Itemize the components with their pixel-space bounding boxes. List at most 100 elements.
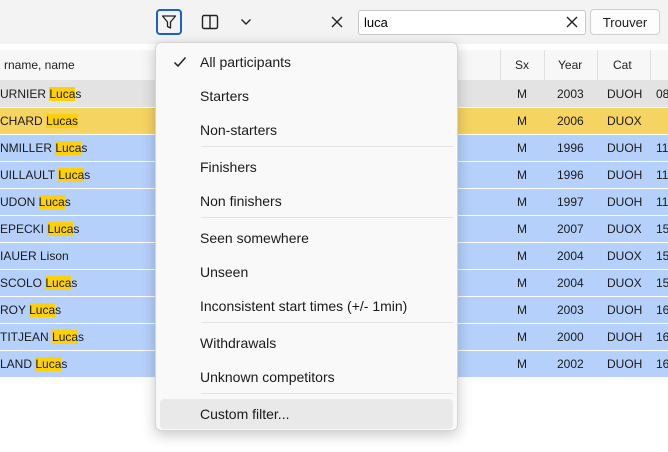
cell-year: 2004 xyxy=(557,249,584,263)
menu-item-all-participants[interactable]: All participants xyxy=(160,47,453,77)
cell-year: 2000 xyxy=(557,330,584,344)
search-match-highlight: Luca xyxy=(58,168,85,182)
column-header-name[interactable]: rname, name xyxy=(4,50,75,81)
cell-cat: DUOH xyxy=(607,357,643,371)
columns-button[interactable] xyxy=(197,9,223,35)
cell-extra: 15 xyxy=(656,222,668,236)
search-input[interactable] xyxy=(358,10,586,35)
menu-item-non-starters[interactable]: Non-starters xyxy=(160,115,453,145)
cell-sx: M xyxy=(517,276,527,290)
cell-name: ROY Lucas xyxy=(0,297,61,324)
cell-name: SCOLO Lucas xyxy=(0,270,77,297)
menu-item-withdrawals[interactable]: Withdrawals xyxy=(160,328,453,358)
menu-item-label: Non finishers xyxy=(200,193,282,209)
name-text: SCOLO xyxy=(0,276,46,290)
cell-year: 2004 xyxy=(557,276,584,290)
menu-item-label: Starters xyxy=(200,88,250,104)
cell-cat: DUOX xyxy=(607,114,642,128)
cell-name: EPECKI Lucas xyxy=(0,216,79,243)
cell-year: 2003 xyxy=(557,87,584,101)
cell-name: UDON Lucas xyxy=(0,189,71,216)
columns-dropdown-button[interactable] xyxy=(233,9,259,35)
column-header-year[interactable]: Year xyxy=(558,50,582,81)
search-match-highlight: Luca xyxy=(47,222,74,236)
toolbar: Trouver xyxy=(0,0,668,44)
cell-cat: DUOX xyxy=(607,276,642,290)
column-separator xyxy=(650,50,651,81)
name-text: CHARD xyxy=(0,114,47,128)
name-text: s xyxy=(64,195,71,209)
cell-extra: 15 xyxy=(656,276,668,290)
menu-item-starters[interactable]: Starters xyxy=(160,81,453,111)
cell-year: 2002 xyxy=(557,357,584,371)
close-icon xyxy=(566,16,578,28)
menu-item-label: Finishers xyxy=(200,159,257,175)
menu-item-unseen[interactable]: Unseen xyxy=(160,257,453,287)
search-match-highlight: Luca xyxy=(49,87,76,101)
cell-sx: M xyxy=(517,222,527,236)
name-text: s xyxy=(81,141,88,155)
menu-item-seen-somewhere[interactable]: Seen somewhere xyxy=(160,223,453,253)
menu-item-label: All participants xyxy=(200,54,292,70)
name-text: s xyxy=(75,87,82,101)
cell-year: 1996 xyxy=(557,168,584,182)
cell-cat: DUOH xyxy=(607,195,643,209)
filter-icon xyxy=(161,15,177,29)
menu-item-label: Unknown competitors xyxy=(200,369,335,385)
menu-separator xyxy=(201,146,453,147)
column-header-sx[interactable]: Sx xyxy=(515,50,529,81)
name-text: s xyxy=(61,357,68,371)
cell-name: IAUER Lison xyxy=(0,243,69,270)
cell-name: TITJEAN Lucas xyxy=(0,324,84,351)
chevron-down-icon xyxy=(241,19,251,25)
search-match-highlight: Lucas xyxy=(46,114,79,128)
cell-name: NMILLER Lucas xyxy=(0,135,87,162)
name-text: LAND xyxy=(0,357,36,371)
menu-item-label: Withdrawals xyxy=(200,335,277,351)
column-separator xyxy=(544,50,545,81)
cell-cat: DUOH xyxy=(607,141,643,155)
menu-item-non-finishers[interactable]: Non finishers xyxy=(160,186,453,216)
menu-item-custom-filter[interactable]: Custom filter... xyxy=(160,399,453,429)
name-text: EPECKI xyxy=(0,222,48,236)
column-header-cat[interactable]: Cat xyxy=(613,50,632,81)
menu-item-label: Unseen xyxy=(200,264,249,280)
cell-cat: DUOH xyxy=(607,303,643,317)
cell-extra: 16 xyxy=(656,357,668,371)
cell-sx: M xyxy=(517,87,527,101)
find-button[interactable]: Trouver xyxy=(590,9,660,35)
menu-separator xyxy=(201,393,453,394)
cell-extra: 08 xyxy=(656,87,668,101)
filter-menu: All participants Starters Non-starters Fini… xyxy=(155,42,458,431)
close-icon xyxy=(331,16,343,28)
menu-item-label: Inconsistent start times (+/- 1min) xyxy=(200,298,408,314)
menu-separator xyxy=(201,322,453,323)
cell-year: 2003 xyxy=(557,303,584,317)
cell-sx: M xyxy=(517,141,527,155)
menu-item-unknown-competitors[interactable]: Unknown competitors xyxy=(160,362,453,392)
menu-item-label: Custom filter... xyxy=(200,406,290,422)
name-text: s xyxy=(78,330,85,344)
search-match-highlight: Luca xyxy=(55,141,82,155)
cell-name: LAND Lucas xyxy=(0,351,67,378)
search-match-highlight: Luca xyxy=(52,330,79,344)
cell-sx: M xyxy=(517,195,527,209)
cell-extra: 11 xyxy=(656,168,668,182)
menu-item-inconsistent-start-times-1min[interactable]: Inconsistent start times (+/- 1min) xyxy=(160,291,453,321)
cell-cat: DUOX xyxy=(607,249,642,263)
cell-name: CHARD Lucas xyxy=(0,108,79,135)
menu-item-finishers[interactable]: Finishers xyxy=(160,152,453,182)
name-text: IAUER Lison xyxy=(0,249,69,263)
name-text: s xyxy=(84,168,91,182)
cell-cat: DUOH xyxy=(607,87,643,101)
filter-button[interactable] xyxy=(156,9,182,35)
columns-icon xyxy=(201,14,219,30)
search-match-highlight: Luca xyxy=(35,357,62,371)
cell-year: 2007 xyxy=(557,222,584,236)
cell-year: 1997 xyxy=(557,195,584,209)
clear-filter-button[interactable] xyxy=(324,9,350,35)
search-clear-button[interactable] xyxy=(560,10,584,34)
cell-name: UILLAULT Lucas xyxy=(0,162,90,189)
cell-sx: M xyxy=(517,114,527,128)
name-text: ROY xyxy=(0,303,30,317)
